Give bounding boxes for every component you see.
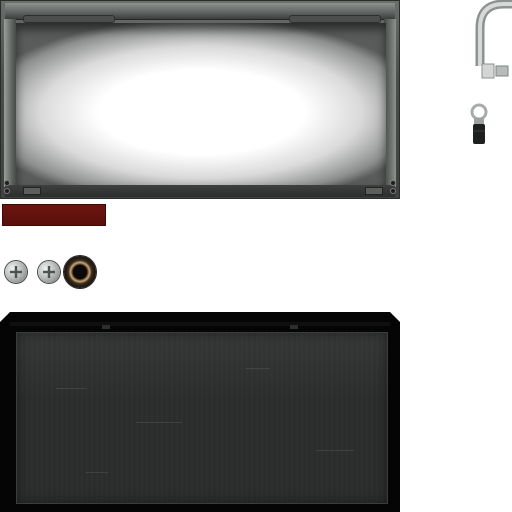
panel-notch	[290, 325, 298, 329]
frame-hinge-left	[23, 15, 115, 23]
texture-atlas	[0, 0, 512, 512]
dark-panel-face	[16, 332, 388, 504]
panel-scuff	[86, 472, 108, 473]
frame-foot-right	[365, 187, 383, 195]
rivet-icon	[5, 189, 9, 193]
panel-scuff	[136, 422, 182, 423]
red-strip-swatch	[2, 204, 106, 226]
rivet-icon	[5, 181, 9, 185]
ring-terminal-icon	[470, 103, 488, 144]
screw-icon	[5, 261, 27, 283]
panel-scuff	[316, 450, 354, 451]
rivet-icon	[391, 189, 395, 193]
metal-frame-panel	[0, 0, 400, 199]
rivet-icon	[391, 181, 395, 185]
frame-screen-glow	[16, 23, 386, 185]
screw-icon	[38, 261, 60, 283]
frame-left-rim	[4, 19, 16, 187]
panel-notch	[102, 325, 110, 329]
frame-hinge-right	[289, 15, 381, 23]
panel-scuff	[246, 368, 270, 369]
frame-bottom-rim	[5, 185, 395, 197]
grommet-icon	[64, 256, 96, 288]
hook-icon	[470, 0, 512, 144]
panel-scuff	[56, 388, 86, 389]
frame-foot-left	[23, 187, 41, 195]
